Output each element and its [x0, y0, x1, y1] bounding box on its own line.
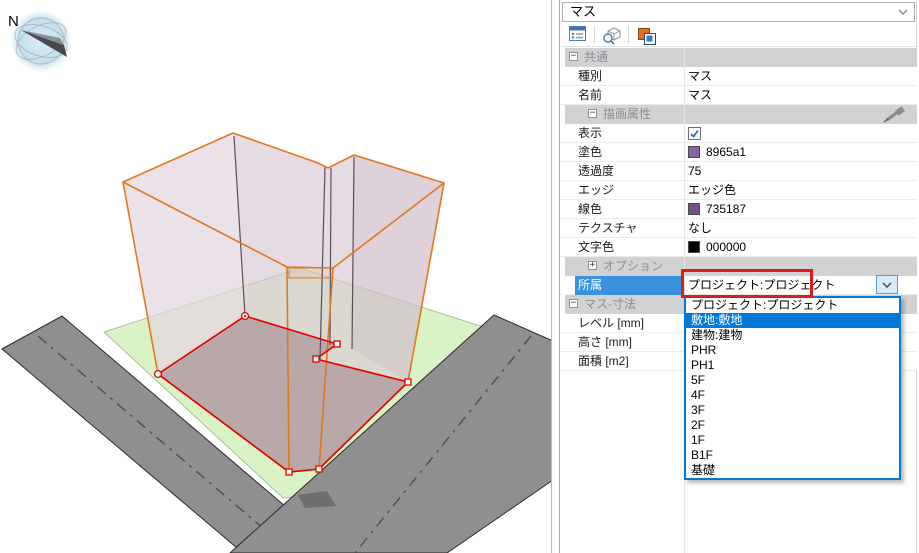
dropdown-item[interactable]: 3F: [686, 403, 899, 418]
visible-checkbox[interactable]: [688, 127, 701, 140]
line-color-swatch[interactable]: [688, 203, 700, 215]
property-row-visible: 表示: [560, 124, 917, 143]
expand-toggle[interactable]: +: [588, 261, 597, 270]
compass-widget[interactable]: N: [8, 10, 72, 72]
dropdown-item[interactable]: PHR: [686, 343, 899, 358]
dropdown-item[interactable]: B1F: [686, 448, 899, 463]
fill-color-value[interactable]: 8965a1: [706, 143, 746, 161]
application-window: N マス: [0, 0, 919, 553]
belongs-combo-value[interactable]: プロジェクト:プロジェクト: [688, 276, 835, 295]
chevron-down-icon: [882, 282, 892, 289]
property-row-texture: テクスチャ なし: [560, 219, 917, 238]
kind-value[interactable]: マス: [684, 67, 917, 85]
edge-value[interactable]: エッジ色: [684, 181, 917, 199]
texture-value[interactable]: なし: [684, 219, 917, 237]
property-list-icon[interactable]: [566, 26, 590, 45]
group-header-option: + オプション: [565, 257, 917, 276]
property-row-text-color: 文字色 000000: [560, 238, 917, 257]
dropdown-item[interactable]: 基礎: [686, 463, 899, 478]
dropdown-item[interactable]: 建物:建物: [686, 328, 899, 343]
collapse-toggle[interactable]: −: [588, 109, 597, 118]
dropdown-item[interactable]: 5F: [686, 373, 899, 388]
collapse-toggle[interactable]: −: [569, 52, 578, 61]
dropdown-item[interactable]: 4F: [686, 388, 899, 403]
viewport-3d[interactable]: N: [0, 0, 552, 553]
eyedropper-icon[interactable]: [883, 106, 909, 123]
group-header-common: − 共通: [565, 48, 917, 67]
toolbar-separator: [628, 26, 629, 43]
belongs-dropdown-list: プロジェクト:プロジェクト敷地:敷地建物:建物PHRPH15F4F3F2F1FB…: [684, 296, 901, 480]
panel-toolbar: [562, 24, 915, 47]
fill-color-swatch[interactable]: [688, 146, 700, 158]
dropdown-item[interactable]: 2F: [686, 418, 899, 433]
group-header-draw-attributes: − 描画属性: [565, 105, 917, 124]
dropdown-item[interactable]: PH1: [686, 358, 899, 373]
viewport-panel-divider[interactable]: [551, 0, 552, 553]
collapse-toggle[interactable]: −: [569, 299, 578, 308]
name-value[interactable]: マス: [684, 86, 917, 104]
property-row-opacity: 透過度 75: [560, 162, 917, 181]
swap-object-icon[interactable]: [634, 26, 658, 45]
property-row-line-color: 線色 735187: [560, 200, 917, 219]
belongs-label: 所属: [578, 276, 602, 295]
dropdown-item[interactable]: 1F: [686, 433, 899, 448]
property-row-name: 名前 マス: [560, 86, 917, 105]
toolbar-separator: [594, 26, 595, 43]
chevron-down-icon: [898, 9, 908, 16]
opacity-value[interactable]: 75: [684, 162, 917, 180]
belongs-dropdown-button[interactable]: [876, 275, 898, 294]
property-row-edge: エッジ エッジ色: [560, 181, 917, 200]
dropdown-item[interactable]: プロジェクト:プロジェクト: [686, 298, 899, 313]
text-color-value[interactable]: 000000: [706, 238, 746, 256]
object-selector-value: マス: [570, 4, 596, 19]
property-row-kind: 種別 マス: [560, 67, 917, 86]
object-selector-combo[interactable]: マス: [562, 2, 915, 22]
text-color-swatch[interactable]: [688, 241, 700, 253]
zoom-object-icon[interactable]: [600, 26, 624, 45]
dropdown-item[interactable]: 敷地:敷地: [686, 313, 899, 328]
compass-north-label: N: [8, 13, 19, 30]
property-row-fill-color: 塗色 8965a1: [560, 143, 917, 162]
line-color-value[interactable]: 735187: [706, 200, 746, 218]
